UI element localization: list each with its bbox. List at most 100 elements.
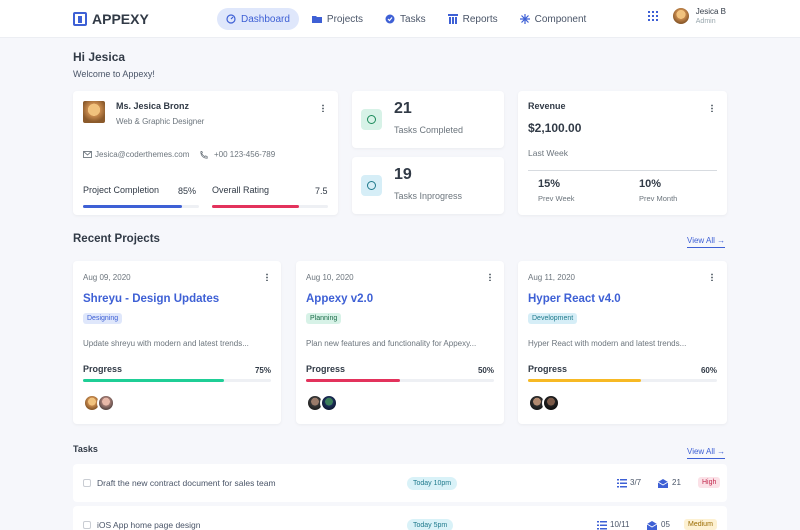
comment-icon [647, 521, 657, 530]
project-members [528, 394, 560, 412]
check-circle-icon [367, 115, 376, 124]
more-options-icon[interactable] [266, 273, 268, 281]
nav-component[interactable]: Component [511, 8, 596, 30]
nav-dashboard[interactable]: Dashboard [217, 8, 299, 30]
task-row[interactable]: Draft the new contract document for sale… [73, 464, 727, 502]
revenue-divider [528, 170, 717, 171]
member-avatar[interactable] [542, 394, 560, 412]
app-name: APPEXY [92, 11, 149, 27]
profile-email[interactable]: Jesica@coderthemes.com [95, 150, 189, 159]
member-avatar[interactable] [320, 394, 338, 412]
progress-bar [306, 379, 494, 382]
folder-icon [311, 16, 322, 23]
task-comment-count: 05 [661, 520, 670, 529]
progress-fill [306, 379, 400, 382]
progress-bar [83, 379, 271, 382]
more-options-icon[interactable] [489, 273, 491, 281]
revenue-amount: $2,100.00 [528, 121, 582, 135]
project-description: Update shreyu with modern and latest tre… [83, 339, 249, 348]
top-navbar: APPEXY Dashboard Projects Tasks Reports … [0, 0, 800, 38]
user-info: Jesica B Admin [696, 6, 726, 25]
task-priority-badge: High [698, 477, 721, 488]
greeting-title: Hi Jesica [73, 50, 126, 64]
stat-label: Tasks Inprogress [394, 191, 463, 201]
task-row[interactable]: iOS App home page design Today 5pm 10/11… [73, 506, 727, 530]
revenue-period: Last Week [528, 148, 569, 158]
project-completion-fill [83, 205, 182, 208]
project-completion-bar [83, 205, 199, 208]
task-comment-count: 21 [672, 478, 681, 487]
logo-icon [73, 12, 87, 26]
project-description: Plan new features and functionality for … [306, 339, 477, 348]
tasks-icon [385, 14, 395, 24]
progress-label: Progress [528, 364, 568, 374]
nav-tasks[interactable]: Tasks [376, 8, 435, 30]
tasks-title: Tasks [73, 444, 98, 454]
nav-projects[interactable]: Projects [303, 8, 372, 30]
more-options-icon[interactable] [711, 104, 713, 112]
tasks-view-all-link[interactable]: View All → [687, 447, 726, 459]
nav-label: Reports [462, 13, 498, 25]
stat-value: 19 [394, 166, 412, 183]
nav-reports[interactable]: Reports [439, 8, 507, 30]
more-options-icon[interactable] [322, 104, 324, 112]
task-title: Draft the new contract document for sale… [97, 478, 276, 488]
stat-value: 21 [394, 100, 412, 117]
progress-circle-icon [367, 181, 376, 190]
user-menu[interactable]: Jesica B Admin [647, 6, 726, 25]
project-title[interactable]: Hyper React v4.0 [528, 293, 621, 305]
profile-card: Ms. Jesica Bronz Web & Graphic Designer … [73, 91, 338, 215]
project-date: Aug 11, 2020 [528, 273, 576, 282]
prev-week-value: 15% [538, 178, 561, 190]
reports-icon [447, 14, 458, 24]
project-members [306, 394, 338, 412]
project-completion-value: 85% [178, 186, 197, 196]
task-due-pill: Today 5pm [407, 519, 454, 530]
overall-rating-fill [212, 205, 299, 208]
project-card[interactable]: Aug 09, 2020 Shreyu - Design Updates Des… [73, 261, 281, 424]
nav-label: Projects [326, 13, 364, 25]
progress-fill [528, 379, 642, 382]
task-checklist-count: 3/7 [630, 478, 642, 487]
revenue-card: Revenue $2,100.00 Last Week 15% Prev Wee… [518, 91, 727, 215]
project-status-badge: Development [528, 313, 578, 324]
user-role: Admin [695, 18, 716, 25]
project-date: Aug 10, 2020 [306, 273, 354, 282]
project-status-badge: Planning [306, 313, 342, 324]
checklist-icon [597, 521, 607, 530]
dashboard-icon [226, 14, 236, 24]
revenue-title: Revenue [528, 101, 566, 111]
phone-icon [200, 151, 208, 159]
projects-view-all-link[interactable]: View All → [687, 236, 726, 248]
project-title[interactable]: Appexy v2.0 [306, 293, 373, 305]
prev-week-label: Prev Week [538, 194, 575, 203]
overall-rating-label: Overall Rating [212, 185, 270, 195]
project-completion-label: Project Completion [83, 185, 160, 195]
completed-icon-box [361, 109, 382, 130]
profile-avatar [82, 100, 106, 124]
nav-label: Tasks [400, 13, 426, 25]
stat-card-inprogress: 19 Tasks Inprogress [352, 157, 504, 214]
user-avatar [671, 6, 690, 25]
task-priority-badge: Medium [684, 519, 717, 530]
inprogress-icon-box [361, 175, 382, 196]
task-checkbox[interactable] [83, 479, 91, 487]
prev-month-label: Prev Month [639, 194, 678, 203]
task-checkbox[interactable] [83, 521, 91, 529]
app-logo[interactable]: APPEXY [73, 11, 149, 27]
project-title[interactable]: Shreyu - Design Updates [83, 293, 219, 305]
recent-projects-title: Recent Projects [73, 233, 160, 245]
project-date: Aug 09, 2020 [83, 273, 131, 282]
prev-month-value: 10% [639, 178, 662, 190]
project-card[interactable]: Aug 11, 2020 Hyper React v4.0 Developmen… [518, 261, 727, 424]
project-card[interactable]: Aug 10, 2020 Appexy v2.0 Planning Plan n… [296, 261, 504, 424]
task-checklist-count: 10/11 [610, 520, 630, 529]
overall-rating-bar [212, 205, 328, 208]
apps-grid-icon[interactable] [647, 10, 658, 21]
progress-value: 50% [477, 366, 494, 375]
member-avatar[interactable] [97, 394, 115, 412]
more-options-icon[interactable] [711, 273, 713, 281]
project-members [83, 394, 115, 412]
profile-phone: +00 123-456-789 [214, 150, 276, 159]
greeting-subtitle: Welcome to Appexy! [73, 69, 155, 79]
